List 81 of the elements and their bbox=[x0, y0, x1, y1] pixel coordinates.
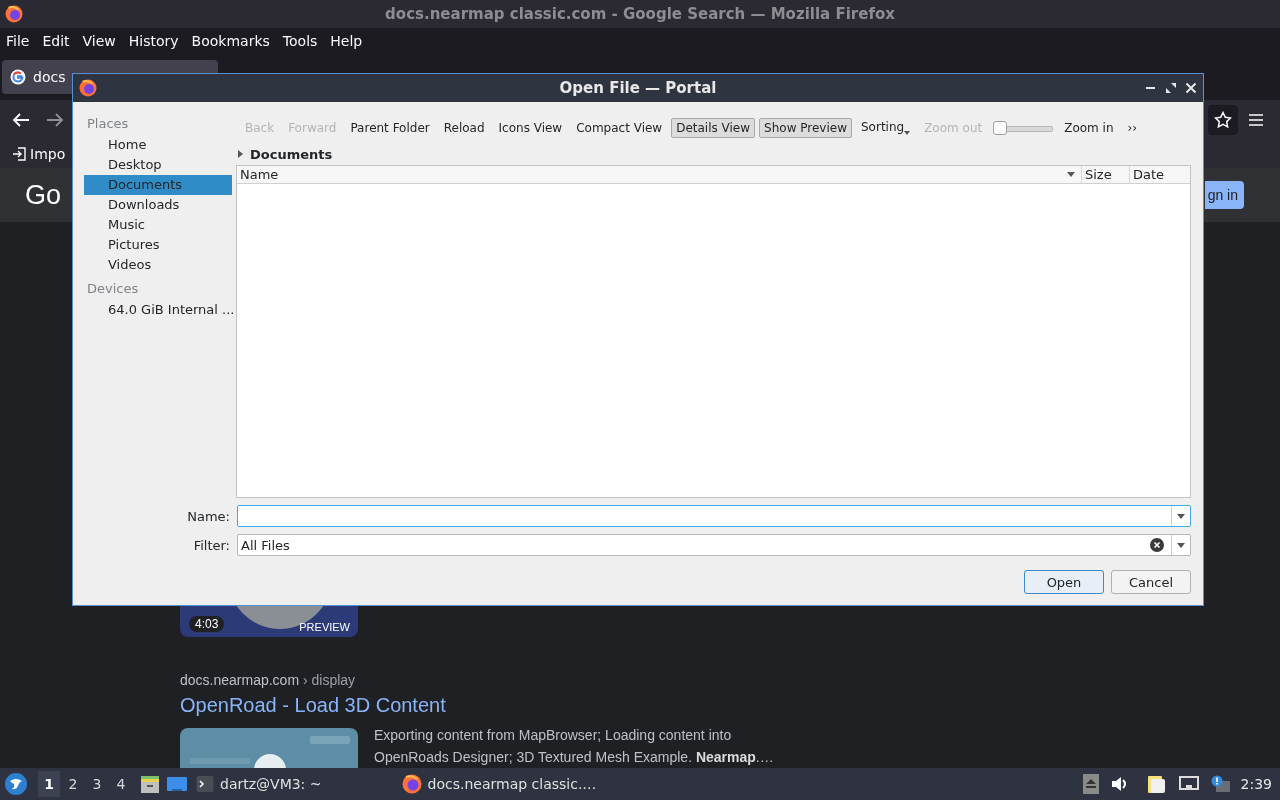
menu-item[interactable]: Help bbox=[330, 33, 370, 49]
expand-arrow-icon[interactable] bbox=[238, 150, 243, 158]
back-arrow-icon[interactable] bbox=[12, 112, 30, 128]
place-item[interactable]: Documents bbox=[84, 175, 232, 195]
workspace-button[interactable]: 3 bbox=[86, 771, 108, 797]
firefox-icon bbox=[5, 5, 23, 23]
volume-icon[interactable] bbox=[1110, 776, 1129, 792]
google-icon bbox=[10, 69, 26, 85]
desktop-icon[interactable] bbox=[166, 775, 188, 793]
menu-item[interactable]: File bbox=[6, 33, 37, 49]
clear-icon[interactable] bbox=[1150, 538, 1164, 552]
toolbar-button[interactable]: Parent Folder bbox=[345, 118, 435, 138]
terminal-icon bbox=[196, 775, 214, 793]
menu-item[interactable]: Tools bbox=[282, 33, 325, 49]
menu-icon[interactable] bbox=[1248, 113, 1264, 127]
firefox-icon bbox=[79, 79, 97, 97]
menu-item[interactable]: Bookmarks bbox=[191, 33, 277, 49]
toolbar-button[interactable]: Details View bbox=[671, 118, 756, 138]
app-menu-icon[interactable] bbox=[4, 772, 28, 796]
dropdown-arrow-icon[interactable] bbox=[1177, 542, 1185, 548]
bookmark-label[interactable]: Impo bbox=[30, 146, 66, 162]
result-path[interactable]: › display bbox=[302, 672, 356, 688]
place-item[interactable]: 64.0 GiB Internal ... bbox=[84, 300, 232, 320]
folder-path[interactable]: Documents bbox=[250, 146, 333, 162]
menu-item[interactable]: History bbox=[128, 33, 186, 49]
caret-icon bbox=[904, 130, 911, 135]
taskbar-task[interactable]: dartz@VM3: ~ bbox=[188, 768, 330, 800]
sign-in-button[interactable]: gn in bbox=[1204, 181, 1244, 209]
maximize-icon[interactable] bbox=[1165, 82, 1177, 94]
toolbar-button[interactable]: Zoom in bbox=[1059, 118, 1119, 138]
eject-icon[interactable] bbox=[1082, 774, 1099, 794]
place-item[interactable]: Home bbox=[84, 135, 232, 155]
field-label: Name: bbox=[186, 508, 230, 524]
place-item[interactable]: Music bbox=[84, 215, 232, 235]
column-header[interactable]: Date bbox=[1130, 166, 1190, 183]
notification-icon[interactable] bbox=[1210, 775, 1231, 793]
filter-field[interactable]: All Files bbox=[237, 534, 1191, 556]
close-icon[interactable] bbox=[1185, 82, 1197, 94]
toolbar-button[interactable]: Icons View bbox=[493, 118, 568, 138]
forward-arrow-icon[interactable] bbox=[46, 112, 64, 128]
place-item[interactable]: Videos bbox=[84, 255, 232, 275]
result-url[interactable]: docs.nearmap.com bbox=[180, 672, 303, 688]
bookmark-star-button[interactable] bbox=[1208, 105, 1238, 135]
column-header[interactable]: Size bbox=[1082, 166, 1130, 183]
menu-item[interactable]: View bbox=[82, 33, 123, 49]
dialog-title: Open File — Portal bbox=[558, 79, 718, 97]
clipboard-icon[interactable] bbox=[1146, 774, 1167, 794]
place-item[interactable]: Desktop bbox=[84, 155, 232, 175]
place-item[interactable]: Pictures bbox=[84, 235, 232, 255]
menu-item[interactable]: Edit bbox=[42, 33, 77, 49]
toolbar-button[interactable]: Compact View bbox=[571, 118, 668, 138]
clock: 2:39 bbox=[1240, 776, 1272, 792]
column-header[interactable]: Name bbox=[237, 166, 1082, 183]
star-icon bbox=[1214, 111, 1232, 129]
slider-handle[interactable] bbox=[993, 121, 1008, 135]
more-button[interactable]: ›› bbox=[1122, 118, 1143, 138]
file-cabinet-icon[interactable] bbox=[140, 774, 160, 794]
toolbar-button[interactable]: Reload bbox=[438, 118, 490, 138]
place-item[interactable]: Downloads bbox=[84, 195, 232, 215]
window-title: docs.nearmap classic.com - Google Search — Mozilla Firefox bbox=[384, 5, 896, 23]
zoom-slider[interactable] bbox=[993, 121, 1054, 135]
network-icon[interactable] bbox=[1178, 776, 1199, 792]
dropdown-arrow-icon[interactable] bbox=[1177, 513, 1185, 519]
import-icon bbox=[12, 147, 26, 161]
section-heading: Places bbox=[86, 115, 130, 133]
section-heading: Devices bbox=[86, 280, 140, 298]
name-field[interactable] bbox=[237, 505, 1191, 527]
preview-label: PREVIEW bbox=[299, 621, 350, 633]
workspace-button[interactable]: 2 bbox=[62, 771, 84, 797]
result-snippet: Exporting content from MapBrowser; Loading content into OpenRoads Designer; 3D Textured Mesh Example. Nearmap.… bbox=[374, 726, 775, 767]
sorting-menu-button[interactable]: Sorting bbox=[856, 116, 916, 140]
taskbar-task[interactable]: docs.nearmap classic.… bbox=[393, 768, 605, 800]
dialog-button[interactable]: Cancel bbox=[1111, 570, 1191, 594]
toolbar-button[interactable]: Show Preview bbox=[759, 118, 852, 138]
result-title-link[interactable]: OpenRoad - Load 3D Content bbox=[180, 694, 1280, 717]
dialog-button[interactable]: Open bbox=[1024, 570, 1104, 594]
firefox-icon bbox=[401, 774, 422, 794]
workspace-button[interactable]: 1 bbox=[38, 771, 60, 797]
field-label: Filter: bbox=[192, 537, 230, 553]
video-duration: 4:03 bbox=[189, 616, 225, 632]
workspace-button[interactable]: 4 bbox=[110, 771, 132, 797]
